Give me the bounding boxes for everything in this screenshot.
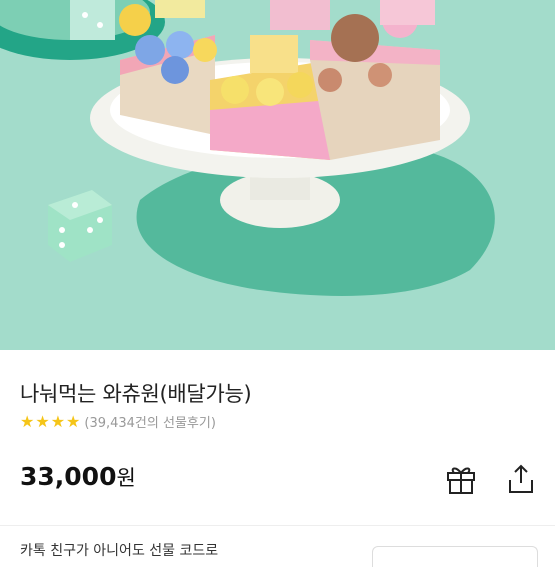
price-value: 33,000: [20, 462, 117, 491]
ice-cream-cake-photo: [0, 0, 555, 350]
price-unit: 원: [116, 466, 136, 490]
review-count[interactable]: (39,434건의 선물후기): [84, 412, 216, 431]
price: 33,000원: [20, 462, 136, 492]
product-info: 나눠먹는 와츄원(배달가능) ★ ★ ★ ★ (39,434건의 선물후기) 3…: [0, 350, 555, 567]
product-title: 나눠먹는 와츄원(배달가능): [20, 382, 252, 406]
gift-code-button[interactable]: [372, 546, 538, 567]
share-button[interactable]: [504, 462, 538, 496]
star-icon: ★: [66, 411, 81, 431]
gift-button[interactable]: [444, 462, 478, 496]
share-icon: [509, 464, 533, 493]
gift-icon: [447, 467, 475, 494]
product-image[interactable]: [0, 0, 555, 350]
star-icon: ★: [50, 411, 66, 431]
star-icon: ★: [35, 411, 50, 431]
gift-code-notice: 카톡 친구가 아니어도 선물 코드로: [20, 543, 219, 559]
rating-row[interactable]: ★ ★ ★ ★ (39,434건의 선물후기): [20, 412, 216, 431]
divider: [0, 525, 555, 526]
star-icon: ★: [20, 411, 35, 431]
